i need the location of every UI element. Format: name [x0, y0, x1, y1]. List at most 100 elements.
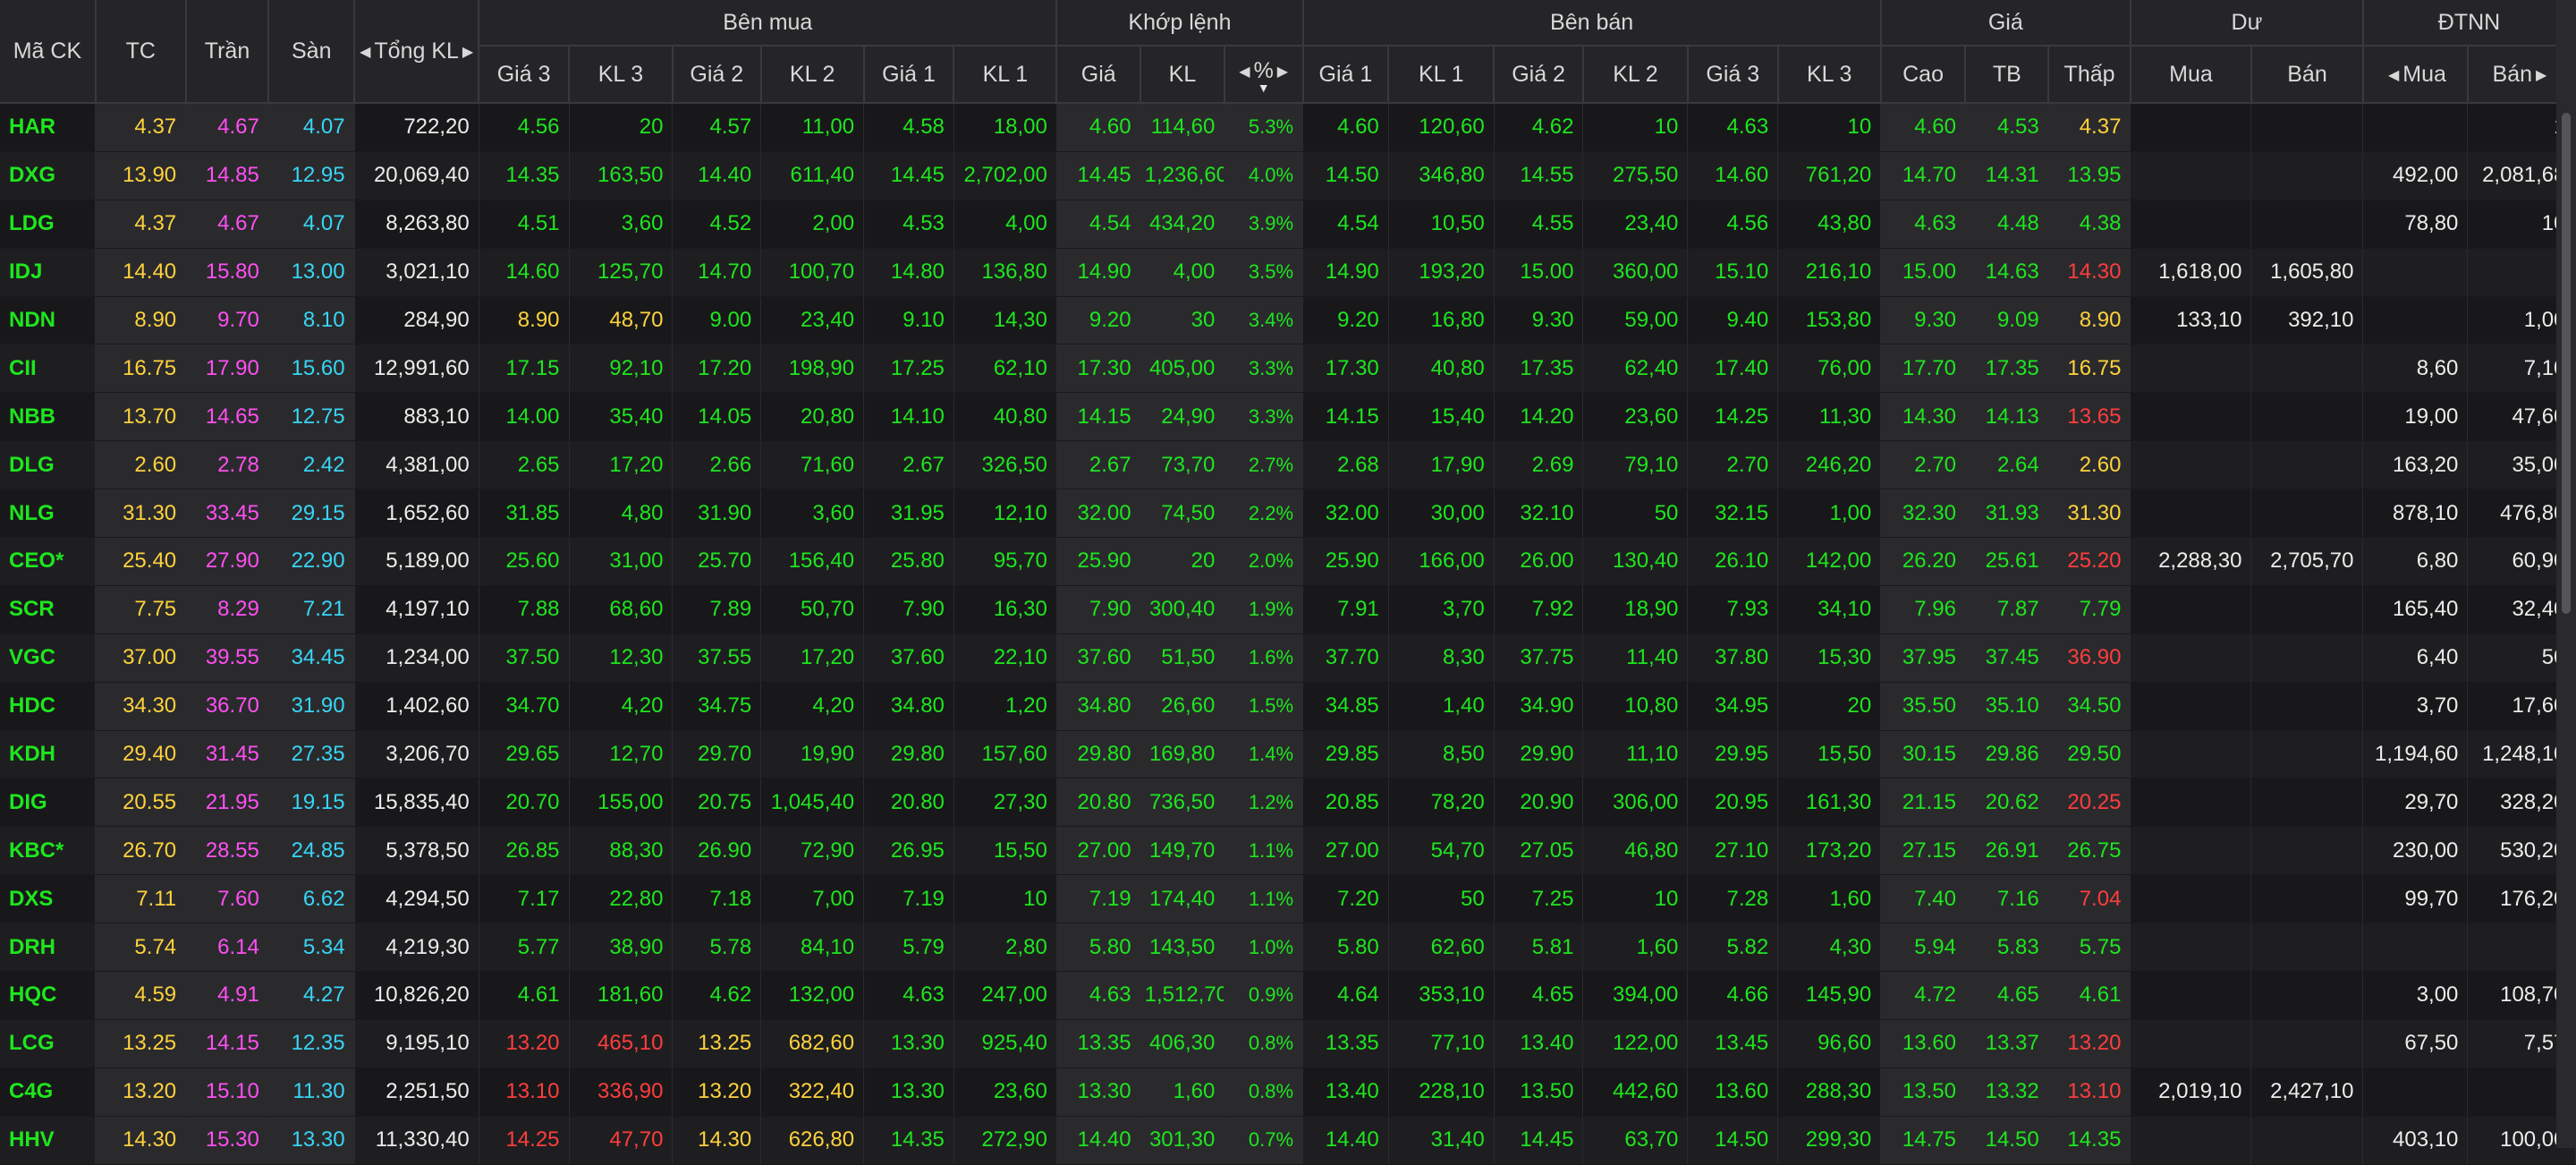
table-row[interactable]: HAR 4.37 4.67 4.07 722,20 4.56 20 4.57 11,00 4.58… [0, 103, 2576, 152]
cell-sym[interactable]: KDH [0, 730, 97, 779]
col-header-remain-1[interactable]: Bán [2250, 46, 2364, 104]
col-header-ref[interactable]: TC [95, 0, 187, 104]
cell-sym[interactable]: NLG [0, 489, 97, 539]
col-header-sell-0[interactable]: Giá 1 [1302, 46, 1390, 104]
cell-sym[interactable]: IDJ [0, 248, 97, 297]
cell-sk2: 50 [1582, 489, 1689, 539]
cell-s1: 13.40 [1302, 1067, 1389, 1117]
cell-sym[interactable]: HHV [0, 1116, 97, 1165]
sort-desc-icon[interactable]: ▼ [1225, 81, 1301, 94]
table-row[interactable]: CII 16.75 17.90 15.60 12,991,60 17.15 92,10 17.… [0, 344, 2576, 394]
cell-sym[interactable]: SCR [0, 585, 97, 634]
caret-left-icon[interactable]: ◀ [2385, 68, 2402, 83]
table-row[interactable]: NDN 8.90 9.70 8.10 284,90 8.90 48,70 9.00 23,40 9… [0, 296, 2576, 345]
table-row[interactable]: DLG 2.60 2.78 2.42 4,381,00 2.65 17,20 2.66 71,6… [0, 440, 2576, 490]
cell-sym[interactable]: LCG [0, 1019, 97, 1068]
table-row[interactable]: C4G 13.20 15.10 11.30 2,251,50 13.10 336,90 13.… [0, 1067, 2576, 1117]
col-header-price-0[interactable]: Cao [1880, 46, 1967, 104]
table-row[interactable]: HDC 34.30 36.70 31.90 1,402,60 34.70 4,20 34.75… [0, 682, 2576, 731]
cell-sym[interactable]: LDG [0, 200, 97, 249]
col-header-sell-2[interactable]: Giá 2 [1494, 46, 1584, 104]
cell-tkl: 284,90 [354, 296, 479, 345]
table-row[interactable]: IDJ 14.40 15.80 13.00 3,021,10 14.60 125,70 14.… [0, 248, 2576, 297]
cell-tran: 15.10 [185, 1067, 269, 1117]
cell-sym[interactable]: HDC [0, 682, 97, 731]
col-header-buy-1[interactable]: KL 3 [569, 46, 674, 104]
col-header-symbol[interactable]: Mã CK [0, 0, 97, 104]
table-row[interactable]: VGC 37.00 39.55 34.45 1,234,00 37.50 12,30 37.5… [0, 634, 2576, 683]
col-header-price-2[interactable]: Thấp [2048, 46, 2131, 104]
col-header-buy-5[interactable]: KL 1 [953, 46, 1058, 104]
cell-cao: 4.63 [1880, 200, 1966, 249]
cell-pct: 0.7% [1224, 1116, 1304, 1165]
cell-s1: 14.90 [1302, 248, 1389, 297]
cell-db: 2,427,10 [2250, 1067, 2364, 1117]
caret-left-icon[interactable]: ◀ [356, 45, 374, 60]
table-row[interactable]: DRH 5.74 6.14 5.34 4,219,30 5.77 38,90 5.78 84,1… [0, 923, 2576, 973]
col-header-match-2[interactable]: ◀% ▶ ▼ [1224, 46, 1304, 104]
cell-sym[interactable]: KBC* [0, 826, 97, 876]
col-header-sell-3[interactable]: KL 2 [1582, 46, 1689, 104]
cell-sym[interactable]: DIG [0, 778, 97, 828]
cell-san: 22.90 [268, 537, 355, 586]
table-row[interactable]: DXG 13.90 14.85 12.95 20,069,40 14.35 163,50 14… [0, 151, 2576, 200]
scrollbar-thumb[interactable] [2562, 113, 2571, 614]
cell-mp: 4.60 [1056, 103, 1141, 152]
col-header-buy-3[interactable]: KL 2 [760, 46, 865, 104]
table-row[interactable]: NLG 31.30 33.45 29.15 1,652,60 31.85 4,80 31.90… [0, 489, 2576, 539]
cell-sym[interactable]: C4G [0, 1067, 97, 1117]
col-header-sell-4[interactable]: Giá 3 [1687, 46, 1779, 104]
cell-cao: 17.70 [1880, 344, 1966, 394]
col-header-buy-2[interactable]: Giá 2 [672, 46, 762, 104]
cell-sym[interactable]: CII [0, 344, 97, 394]
col-header-floor[interactable]: Sàn [268, 0, 356, 104]
cell-sym[interactable]: NDN [0, 296, 97, 345]
col-header-sell-5[interactable]: KL 3 [1777, 46, 1882, 104]
cell-b2: 34.75 [672, 682, 762, 731]
col-header-ceil[interactable]: Trần [185, 0, 270, 104]
cell-s3: 5.82 [1687, 923, 1779, 973]
table-row[interactable]: LCG 13.25 14.15 12.35 9,195,10 13.20 465,10 13.… [0, 1019, 2576, 1068]
cell-s3: 37.80 [1687, 634, 1779, 683]
cell-db: 2,705,70 [2250, 537, 2364, 586]
cell-sk3: 20 [1777, 682, 1882, 731]
table-row[interactable]: KDH 29.40 31.45 27.35 3,206,70 29.65 12,70 29.7… [0, 730, 2576, 779]
cell-sym[interactable]: DXG [0, 151, 97, 200]
cell-sym[interactable]: HQC [0, 971, 97, 1020]
col-header-buy-0[interactable]: Giá 3 [479, 46, 571, 104]
cell-sym[interactable]: VGC [0, 634, 97, 683]
cell-sym[interactable]: HAR [0, 103, 97, 152]
table-row[interactable]: DIG 20.55 21.95 19.15 15,835,40 20.70 155,00 20… [0, 778, 2576, 828]
table-row[interactable]: HQC 4.59 4.91 4.27 10,826,20 4.61 181,60 4.62 13… [0, 971, 2576, 1020]
cell-sym[interactable]: CEO* [0, 537, 97, 586]
table-row[interactable]: DXS 7.11 7.60 6.62 4,294,50 7.17 22,80 7.18 7,00… [0, 874, 2576, 924]
caret-right-icon[interactable]: ▶ [459, 45, 477, 60]
col-header-foreign-0[interactable]: ◀ Mua [2362, 46, 2469, 104]
table-row[interactable]: LDG 4.37 4.67 4.07 8,263,80 4.51 3,60 4.52 2,00 4… [0, 200, 2576, 249]
caret-left-icon[interactable]: ◀ [1235, 64, 1253, 80]
col-header-buy-4[interactable]: Giá 1 [863, 46, 955, 104]
cell-sym[interactable]: DRH [0, 923, 97, 973]
col-header-match-1[interactable]: KL [1140, 46, 1225, 104]
cell-mk: 300,40 [1140, 585, 1225, 634]
table-row[interactable]: HHV 14.30 15.30 13.30 11,330,40 14.25 47,70 14.… [0, 1116, 2576, 1165]
caret-right-icon[interactable]: ▶ [2532, 68, 2550, 83]
cell-bk2: 4,20 [760, 682, 865, 731]
col-header-match-0[interactable]: Giá [1056, 46, 1142, 104]
col-header-total-volume[interactable]: ◀ Tổng KL ▶ [354, 0, 480, 104]
cell-sym[interactable]: DXS [0, 874, 97, 924]
caret-right-icon[interactable]: ▶ [1274, 64, 1292, 80]
table-row[interactable]: SCR 7.75 8.29 7.21 4,197,10 7.88 68,60 7.89 50,7… [0, 585, 2576, 634]
table-row[interactable]: NBB 13.70 14.65 12.75 883,10 14.00 35,40 14.05 2… [0, 392, 2576, 442]
table-row[interactable]: KBC* 26.70 28.55 24.85 5,378,50 26.85 88,30 26.… [0, 826, 2576, 876]
col-header-remain-0[interactable]: Mua [2130, 46, 2252, 104]
col-header-sell-1[interactable]: KL 1 [1388, 46, 1496, 104]
table-row[interactable]: CEO* 25.40 27.90 22.90 5,189,00 25.60 31,00 25.… [0, 537, 2576, 586]
cell-tb: 14.50 [1965, 1116, 2049, 1165]
col-header-price-1[interactable]: TB [1965, 46, 2050, 104]
cell-sym[interactable]: DLG [0, 440, 97, 490]
cell-sym[interactable]: NBB [0, 392, 97, 442]
cell-tran: 4.91 [185, 971, 269, 1020]
vertical-scrollbar[interactable] [2556, 0, 2576, 1148]
cell-cao: 7.96 [1880, 585, 1966, 634]
